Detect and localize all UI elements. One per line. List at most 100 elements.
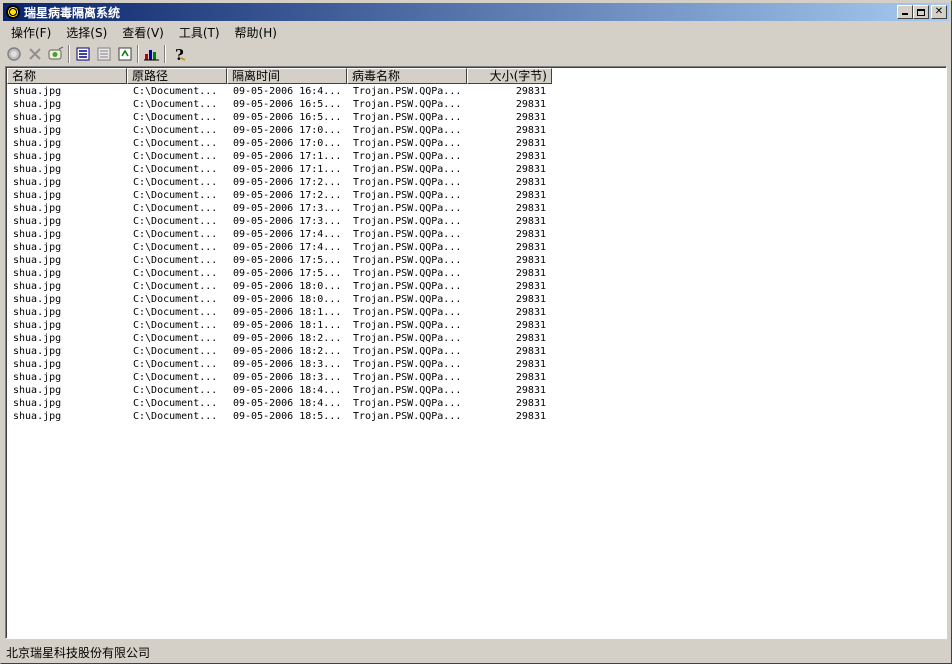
table-row[interactable]: shua.jpg C:\Document... 09-05-2006 16:4...…	[7, 85, 552, 98]
help-button[interactable]: ?	[168, 44, 189, 64]
table-row[interactable]: shua.jpg C:\Document... 09-05-2006 18:1...…	[7, 319, 552, 332]
cell-name: shua.jpg	[13, 216, 62, 227]
cell-virus-name: Trojan.PSW.QQPa...	[353, 359, 462, 370]
cell-size: 29831	[515, 255, 546, 266]
cell-name: shua.jpg	[13, 359, 62, 370]
cell-size: 29831	[515, 242, 546, 253]
cell-original-path: C:\Document...	[133, 333, 218, 344]
column-header-size[interactable]: 大小(字节)	[467, 68, 552, 84]
table-row[interactable]: shua.jpg C:\Document... 09-05-2006 18:5...…	[7, 410, 552, 423]
title-bar[interactable]: 瑞星病毒隔离系统 ✕	[3, 3, 949, 21]
table-row[interactable]: shua.jpg C:\Document... 09-05-2006 17:2...…	[7, 176, 552, 189]
table-row[interactable]: shua.jpg C:\Document... 09-05-2006 17:2...…	[7, 189, 552, 202]
column-header-quarantine-time[interactable]: 隔离时间	[227, 68, 347, 84]
restore-button[interactable]	[3, 44, 24, 64]
cell-size: 29831	[515, 151, 546, 162]
cell-virus-name: Trojan.PSW.QQPa...	[353, 255, 462, 266]
cell-size: 29831	[515, 125, 546, 136]
column-header-virus-name[interactable]: 病毒名称	[347, 68, 467, 84]
statistics-button[interactable]	[141, 44, 162, 64]
cell-virus-name: Trojan.PSW.QQPa...	[353, 125, 462, 136]
table-row[interactable]: shua.jpg C:\Document... 09-05-2006 17:0...…	[7, 124, 552, 137]
menu-help[interactable]: 帮助(H)	[227, 24, 284, 41]
delete-button[interactable]	[24, 44, 45, 64]
cell-original-path: C:\Document...	[133, 307, 218, 318]
table-row[interactable]: shua.jpg C:\Document... 09-05-2006 17:1...…	[7, 163, 552, 176]
cell-quarantine-time: 09-05-2006 17:3...	[233, 203, 342, 214]
view-list-button[interactable]	[72, 44, 93, 64]
menu-select[interactable]: 选择(S)	[58, 24, 114, 41]
table-row[interactable]: shua.jpg C:\Document... 09-05-2006 18:3...…	[7, 371, 552, 384]
list-header: 名称 原路径 隔离时间 病毒名称 大小(字节)	[7, 68, 946, 84]
cell-quarantine-time: 09-05-2006 18:4...	[233, 398, 342, 409]
cell-quarantine-time: 09-05-2006 18:3...	[233, 372, 342, 383]
table-row[interactable]: shua.jpg C:\Document... 09-05-2006 17:5...…	[7, 254, 552, 267]
cell-virus-name: Trojan.PSW.QQPa...	[353, 346, 462, 357]
cell-original-path: C:\Document...	[133, 138, 218, 149]
table-row[interactable]: shua.jpg C:\Document... 09-05-2006 18:3...…	[7, 358, 552, 371]
cell-size: 29831	[515, 333, 546, 344]
maximize-button[interactable]	[913, 5, 929, 19]
cell-virus-name: Trojan.PSW.QQPa...	[353, 281, 462, 292]
scan-button[interactable]	[45, 44, 66, 64]
cell-size: 29831	[515, 177, 546, 188]
table-row[interactable]: shua.jpg C:\Document... 09-05-2006 16:5...…	[7, 111, 552, 124]
menu-view[interactable]: 查看(V)	[114, 24, 171, 41]
table-row[interactable]: shua.jpg C:\Document... 09-05-2006 18:0...…	[7, 280, 552, 293]
toolbar: ?	[3, 43, 949, 65]
cell-virus-name: Trojan.PSW.QQPa...	[353, 190, 462, 201]
table-row[interactable]: shua.jpg C:\Document... 09-05-2006 18:2...…	[7, 332, 552, 345]
column-header-original-path[interactable]: 原路径	[127, 68, 227, 84]
table-row[interactable]: shua.jpg C:\Document... 09-05-2006 17:4...…	[7, 241, 552, 254]
view-report-icon	[118, 47, 131, 61]
cell-original-path: C:\Document...	[133, 398, 218, 409]
cell-name: shua.jpg	[13, 385, 62, 396]
table-row[interactable]: shua.jpg C:\Document... 09-05-2006 17:5...…	[7, 267, 552, 280]
cell-quarantine-time: 09-05-2006 18:1...	[233, 320, 342, 331]
cell-virus-name: Trojan.PSW.QQPa...	[353, 112, 462, 123]
cell-virus-name: Trojan.PSW.QQPa...	[353, 164, 462, 175]
menu-operate[interactable]: 操作(F)	[3, 24, 58, 41]
menu-tools[interactable]: 工具(T)	[171, 24, 227, 41]
cell-quarantine-time: 09-05-2006 16:5...	[233, 99, 342, 110]
statistics-icon	[143, 50, 159, 61]
table-row[interactable]: shua.jpg C:\Document... 09-05-2006 18:0...…	[7, 293, 552, 306]
cell-virus-name: Trojan.PSW.QQPa...	[353, 229, 462, 240]
cell-virus-name: Trojan.PSW.QQPa...	[353, 294, 462, 305]
cell-original-path: C:\Document...	[133, 99, 218, 110]
cell-virus-name: Trojan.PSW.QQPa...	[353, 372, 462, 383]
table-row[interactable]: shua.jpg C:\Document... 09-05-2006 18:1...…	[7, 306, 552, 319]
cell-name: shua.jpg	[13, 138, 62, 149]
view-details-button[interactable]	[93, 44, 114, 64]
cell-original-path: C:\Document...	[133, 125, 218, 136]
cell-size: 29831	[515, 86, 546, 97]
table-row[interactable]: shua.jpg C:\Document... 09-05-2006 18:2...…	[7, 345, 552, 358]
table-row[interactable]: shua.jpg C:\Document... 09-05-2006 18:4...…	[7, 384, 552, 397]
cell-name: shua.jpg	[13, 398, 62, 409]
cell-name: shua.jpg	[13, 190, 62, 201]
cell-quarantine-time: 09-05-2006 17:4...	[233, 242, 342, 253]
cell-name: shua.jpg	[13, 229, 62, 240]
cell-quarantine-time: 09-05-2006 17:1...	[233, 164, 342, 175]
quarantine-list[interactable]: 名称 原路径 隔离时间 病毒名称 大小(字节) shua.jpg C:\Docum…	[5, 66, 947, 639]
cell-quarantine-time: 09-05-2006 18:0...	[233, 281, 342, 292]
cell-original-path: C:\Document...	[133, 229, 218, 240]
table-row[interactable]: shua.jpg C:\Document... 09-05-2006 17:3...…	[7, 215, 552, 228]
table-row[interactable]: shua.jpg C:\Document... 09-05-2006 16:5...…	[7, 98, 552, 111]
cell-size: 29831	[515, 229, 546, 240]
cell-size: 29831	[515, 411, 546, 422]
cell-virus-name: Trojan.PSW.QQPa...	[353, 242, 462, 253]
minimize-icon	[902, 13, 908, 15]
table-row[interactable]: shua.jpg C:\Document... 09-05-2006 18:4...…	[7, 397, 552, 410]
table-row[interactable]: shua.jpg C:\Document... 09-05-2006 17:0...…	[7, 137, 552, 150]
close-button[interactable]: ✕	[931, 5, 947, 19]
cell-size: 29831	[515, 99, 546, 110]
cell-name: shua.jpg	[13, 164, 62, 175]
table-row[interactable]: shua.jpg C:\Document... 09-05-2006 17:1...…	[7, 150, 552, 163]
toolbar-separator	[68, 45, 70, 63]
column-header-name[interactable]: 名称	[7, 68, 127, 84]
minimize-button[interactable]	[897, 5, 913, 19]
table-row[interactable]: shua.jpg C:\Document... 09-05-2006 17:3...…	[7, 202, 552, 215]
view-report-button[interactable]	[114, 44, 135, 64]
table-row[interactable]: shua.jpg C:\Document... 09-05-2006 17:4...…	[7, 228, 552, 241]
